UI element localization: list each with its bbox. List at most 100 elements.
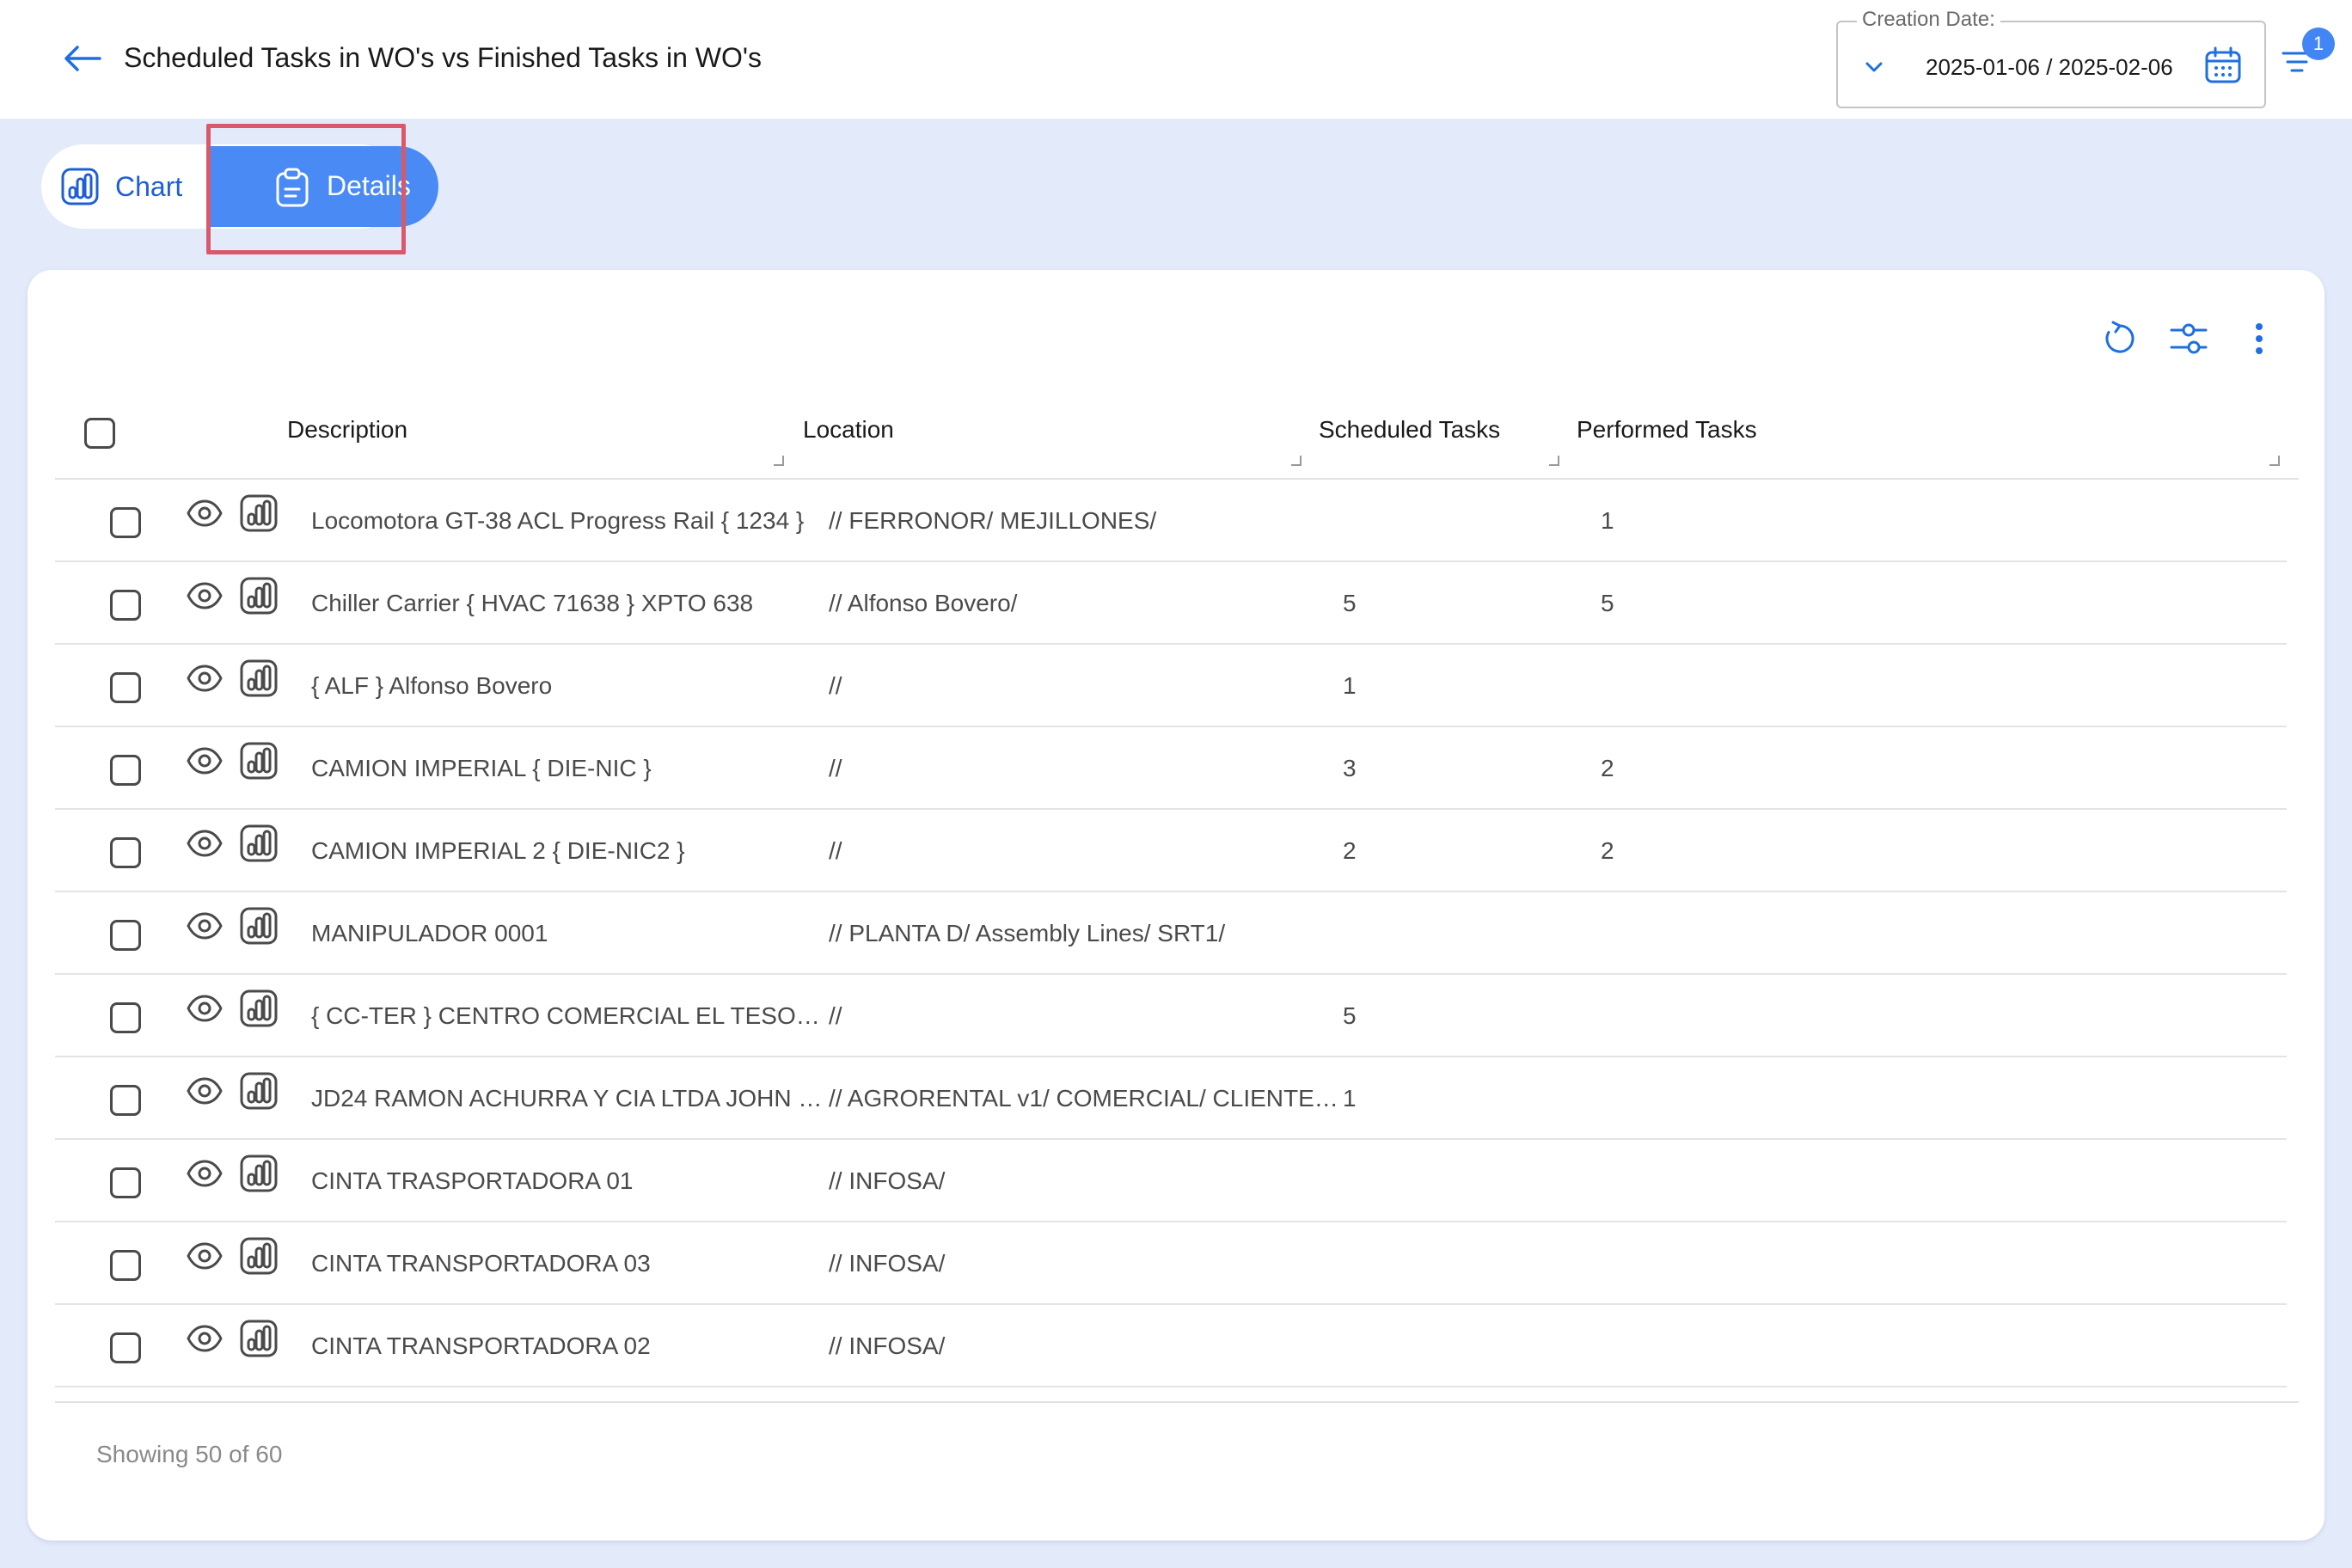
pagination-status: Showing 50 of 60 [96,1441,283,1467]
table-row[interactable]: CINTA TRANSPORTADORA 02 // INFOSA/ [55,1305,2287,1387]
eye-icon[interactable] [186,1324,227,1358]
cell-location: // PLANTA D/ Assembly Lines/ SRT1/ [829,920,1226,946]
column-resize-handle[interactable] [2269,456,2280,466]
cell-location: // FERRONOR/ MEJILLONES/ [829,507,1157,534]
table-row[interactable]: CAMION IMPERIAL { DIE-NIC } // 3 2 [55,727,2287,810]
table-row[interactable]: Chiller Carrier { HVAC 71638 } XPTO 638 /… [55,562,2287,645]
footer-divider [55,1401,2299,1403]
tab-details[interactable]: Details [210,146,438,227]
cell-location: // INFOSA/ [829,1167,946,1194]
column-resize-handle[interactable] [774,456,784,466]
row-checkbox[interactable] [110,837,141,868]
refresh-icon[interactable] [2098,316,2142,361]
view-toggle: Chart Details [41,144,438,229]
cell-location: // [829,672,842,699]
cell-description: MANIPULADOR 0001 [311,920,548,946]
bar-chart-icon[interactable] [239,906,279,947]
cell-description: Chiller Carrier { HVAC 71638 } XPTO 638 [311,590,754,616]
row-checkbox[interactable] [110,590,141,621]
cell-description: CAMION IMPERIAL { DIE-NIC } [311,755,652,781]
clipboard-icon [276,168,309,207]
cell-description: { CC-TER } CENTRO COMERCIAL EL TESORO [311,1002,824,1029]
cell-scheduled-tasks: 1 [1343,672,1357,699]
bar-chart-icon[interactable] [239,1236,279,1277]
cell-location: // Alfonso Bovero/ [829,590,1018,616]
table-row[interactable]: CINTA TRANSPORTADORA 03 // INFOSA/ [55,1222,2287,1305]
eye-icon[interactable] [186,581,227,616]
top-bar: Scheduled Tasks in WO's vs Finished Task… [0,0,2352,119]
cell-performed-tasks: 2 [1601,837,1614,864]
cell-description: Locomotora GT-38 ACL Progress Rail { 123… [311,507,805,534]
table-row[interactable]: { ALF } Alfonso Bovero // 1 [55,645,2287,727]
select-all-checkbox[interactable] [84,418,115,449]
column-resize-handle[interactable] [1549,456,1559,466]
cell-performed-tasks: 2 [1601,755,1614,781]
bar-chart-icon [61,168,99,205]
bar-chart-icon[interactable] [239,1319,279,1360]
bar-chart-icon[interactable] [239,576,279,617]
cell-scheduled-tasks: 1 [1343,1085,1357,1112]
bar-chart-icon[interactable] [239,658,279,700]
column-header-scheduled-tasks[interactable]: Scheduled Tasks [1319,414,1500,445]
back-arrow-icon[interactable] [57,36,108,81]
eye-icon[interactable] [186,746,227,781]
tab-chart-label: Chart [115,170,183,202]
row-checkbox[interactable] [110,1085,141,1116]
table-row[interactable]: CAMION IMPERIAL 2 { DIE-NIC2 } // 2 2 [55,810,2287,892]
row-checkbox[interactable] [110,1250,141,1281]
column-resize-handle[interactable] [1291,456,1302,466]
eye-icon[interactable] [186,994,227,1028]
more-vertical-icon[interactable] [2237,316,2282,361]
row-checkbox[interactable] [110,507,141,538]
page-title: Scheduled Tasks in WO's vs Finished Task… [124,42,762,73]
row-checkbox[interactable] [110,672,141,703]
table-row[interactable]: { CC-TER } CENTRO COMERCIAL EL TESORO// 5 [55,975,2287,1057]
chevron-down-icon[interactable] [1862,55,1886,79]
tab-details-label: Details [327,170,411,201]
filter-count-badge: 1 [2302,28,2335,60]
eye-icon[interactable] [186,911,227,946]
cell-location: // [829,755,842,781]
cell-scheduled-tasks: 2 [1343,837,1357,864]
cell-location: // INFOSA/ [829,1250,946,1277]
cell-location: // [829,1002,842,1029]
bar-chart-icon[interactable] [239,1071,279,1112]
row-checkbox[interactable] [110,1332,141,1363]
column-header-performed-tasks[interactable]: Performed Tasks [1577,414,1757,445]
table-row[interactable]: Locomotora GT-38 ACL Progress Rail { 123… [55,480,2287,562]
bar-chart-icon[interactable] [239,741,279,782]
row-checkbox[interactable] [110,1002,141,1033]
tab-chart[interactable]: Chart [41,144,213,229]
cell-location: // AGRORENTAL v1/ COMERCIAL/ CLIENTE… [829,1085,1338,1112]
cell-performed-tasks: 5 [1601,590,1614,616]
calendar-icon[interactable] [2202,45,2244,86]
cell-description: JD24 RAMON ACHURRA Y CIA LTDA JOHN … [311,1085,823,1112]
eye-icon[interactable] [186,1159,227,1193]
date-range-value[interactable]: 2025-01-06 / 2025-02-06 [1926,53,2173,81]
row-checkbox[interactable] [110,920,141,951]
bar-chart-icon[interactable] [239,493,279,535]
table-row[interactable]: MANIPULADOR 0001 // PLANTA D/ Assembly Li… [55,892,2287,975]
column-header-location[interactable]: Location [803,414,894,445]
bar-chart-icon[interactable] [239,824,279,865]
eye-icon[interactable] [186,829,227,863]
column-settings-icon[interactable] [2166,316,2211,361]
cell-performed-tasks: 1 [1601,507,1614,534]
row-checkbox[interactable] [110,755,141,786]
cell-scheduled-tasks: 5 [1343,1002,1357,1029]
eye-icon[interactable] [186,499,227,533]
bar-chart-icon[interactable] [239,1154,279,1195]
eye-icon[interactable] [186,1241,227,1276]
eye-icon[interactable] [186,1076,227,1111]
cell-scheduled-tasks: 3 [1343,755,1357,781]
table-row[interactable]: JD24 RAMON ACHURRA Y CIA LTDA JOHN …// A… [55,1057,2287,1140]
creation-date-filter[interactable]: Creation Date: 2025-01-06 / 2025-02-06 [1836,9,2266,108]
column-header-description[interactable]: Description [287,414,407,445]
table-row[interactable]: CINTA TRASPORTADORA 01 // INFOSA/ [55,1140,2287,1222]
row-checkbox[interactable] [110,1167,141,1198]
cell-location: // [829,837,842,864]
creation-date-label: Creation Date: [1857,9,2000,31]
eye-icon[interactable] [186,664,227,698]
bar-chart-icon[interactable] [239,989,279,1030]
cell-location: // INFOSA/ [829,1332,946,1359]
